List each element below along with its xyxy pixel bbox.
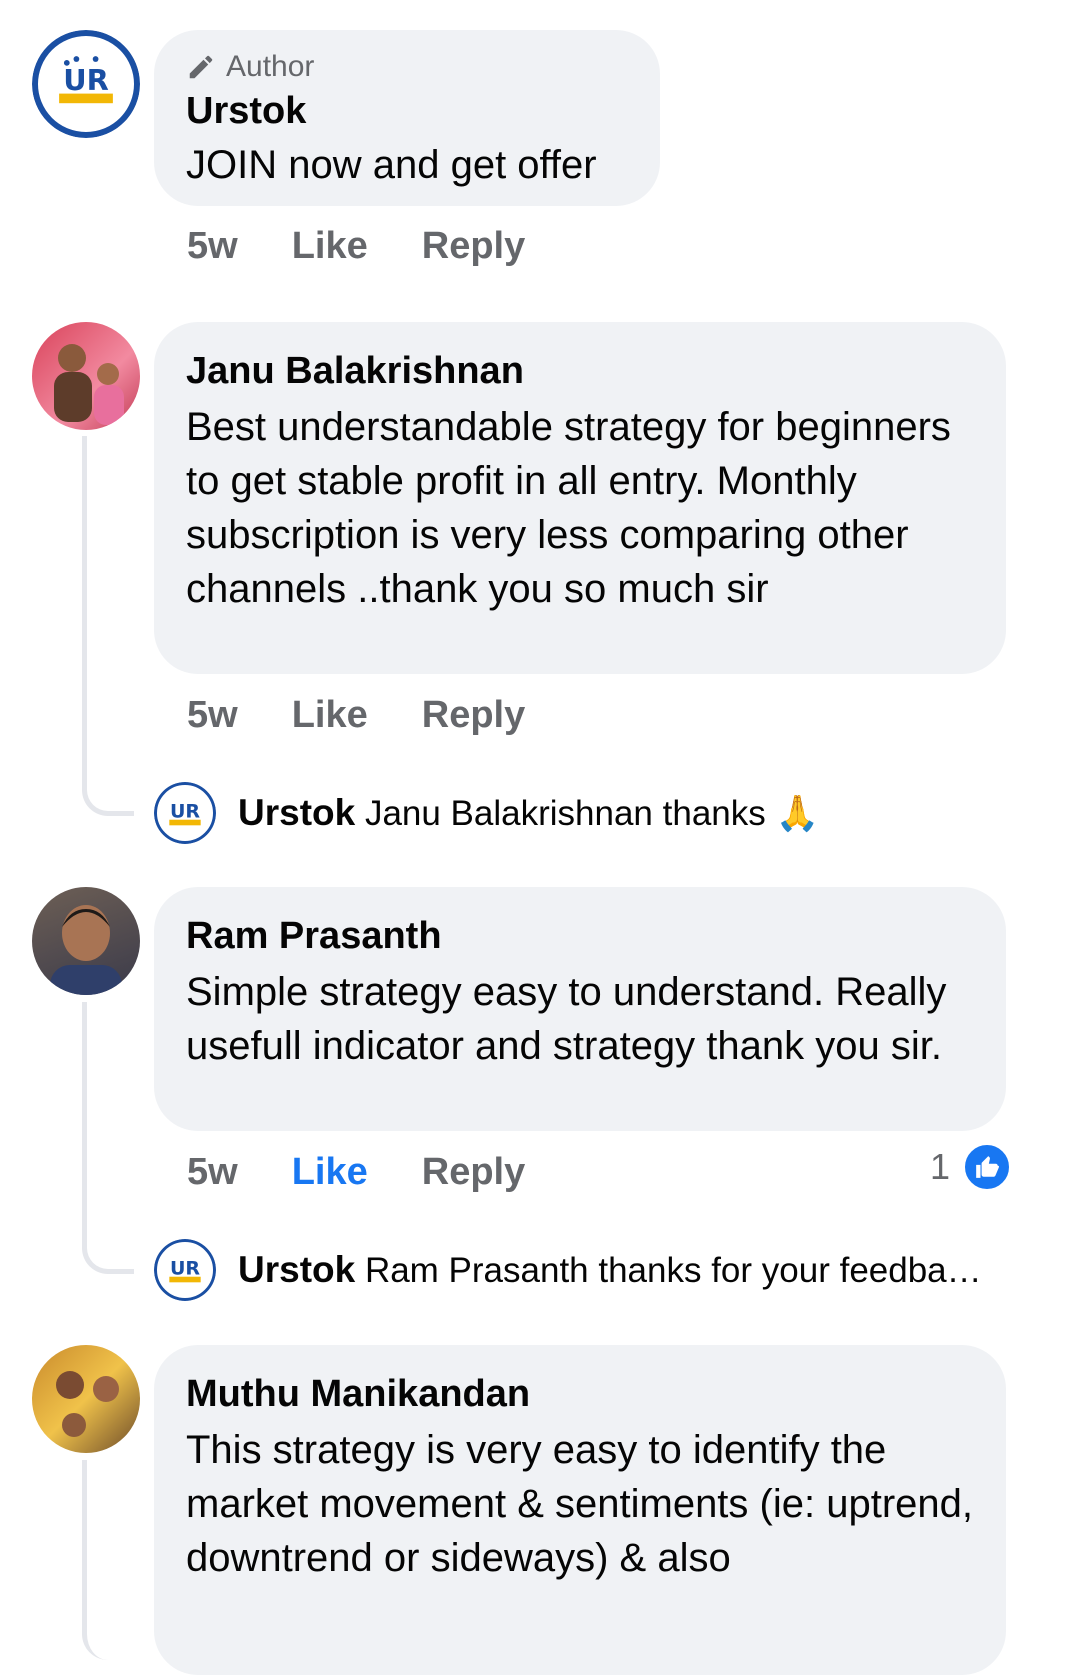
commenter-name[interactable]: Janu Balakrishnan (186, 348, 974, 394)
reply-author[interactable]: Urstok (238, 792, 355, 833)
reply-button[interactable]: Reply (422, 1150, 525, 1194)
urstok-avatar[interactable]: UR (154, 1239, 216, 1301)
comment-actions: 5w Like Reply (187, 1150, 525, 1194)
janu-avatar[interactable] (32, 322, 140, 430)
urstok-logo: UR (154, 1239, 216, 1301)
reply-preview[interactable]: Urstok Janu Balakrishnan thanks 🙏 (238, 791, 819, 836)
like-thumb-icon (962, 1142, 1013, 1192)
ram-avatar[interactable] (32, 887, 140, 995)
thread-line (82, 1002, 134, 1274)
comment-text: Best understandable strategy for beginne… (186, 405, 951, 611)
commenter-name[interactable]: Ram Prasanth (186, 913, 974, 959)
reply-text: Janu Balakrishnan thanks (364, 794, 766, 833)
urstok-logo: UR (154, 782, 216, 844)
reply-author[interactable]: Urstok (238, 1249, 355, 1290)
urstok-avatar[interactable]: UR (32, 30, 140, 138)
reply-text: Ram Prasanth thanks for your feedback… (364, 1251, 998, 1290)
timestamp[interactable]: 5w (187, 1150, 238, 1194)
thread-line (82, 436, 134, 816)
comment-actions: 5w Like Reply (187, 224, 525, 268)
urstok-avatar[interactable]: UR (154, 782, 216, 844)
author-label: Author (226, 50, 315, 83)
like-button[interactable]: Like (292, 224, 368, 268)
thread-line (82, 1460, 134, 1660)
profile-photo (54, 344, 124, 425)
reply-preview[interactable]: Urstok Ram Prasanth thanks for your feed… (238, 1248, 998, 1293)
comment-text: JOIN now and get offer (186, 143, 597, 187)
folded-hands-emoji: 🙏 (775, 794, 820, 833)
pencil-icon (189, 55, 213, 79)
comment-actions: 5w Like Reply (187, 693, 525, 737)
reaction-count: 1 (930, 1146, 951, 1187)
reaction-summary[interactable]: 1 (930, 1142, 1013, 1192)
urstok-logo: UR (32, 30, 140, 138)
profile-photo (50, 905, 122, 995)
commenter-name[interactable]: Muthu Manikandan (186, 1371, 974, 1417)
svg-text:UR: UR (170, 800, 200, 822)
commenter-name[interactable]: Urstok (186, 88, 628, 134)
like-button[interactable]: Like (292, 693, 368, 737)
svg-text:UR: UR (63, 63, 109, 97)
profile-photo (56, 1371, 119, 1437)
comment-bubble: Author Urstok JOIN now and get offer (154, 30, 660, 206)
comment-bubble: Muthu Manikandan This strategy is very e… (154, 1345, 1006, 1675)
comment-text: Simple strategy easy to understand. Real… (186, 970, 947, 1068)
timestamp[interactable]: 5w (187, 693, 238, 737)
muthu-avatar[interactable] (32, 1345, 140, 1453)
comment-bubble: Ram Prasanth Simple strategy easy to und… (154, 887, 1006, 1131)
timestamp[interactable]: 5w (187, 224, 238, 268)
like-button[interactable]: Like (292, 1150, 368, 1194)
reply-button[interactable]: Reply (422, 693, 525, 737)
reply-button[interactable]: Reply (422, 224, 525, 268)
comment-bubble: Janu Balakrishnan Best understandable st… (154, 322, 1006, 674)
comment-text: This strategy is very easy to identify t… (186, 1428, 973, 1580)
svg-text:UR: UR (170, 1257, 200, 1279)
author-badge: Author (186, 50, 628, 84)
